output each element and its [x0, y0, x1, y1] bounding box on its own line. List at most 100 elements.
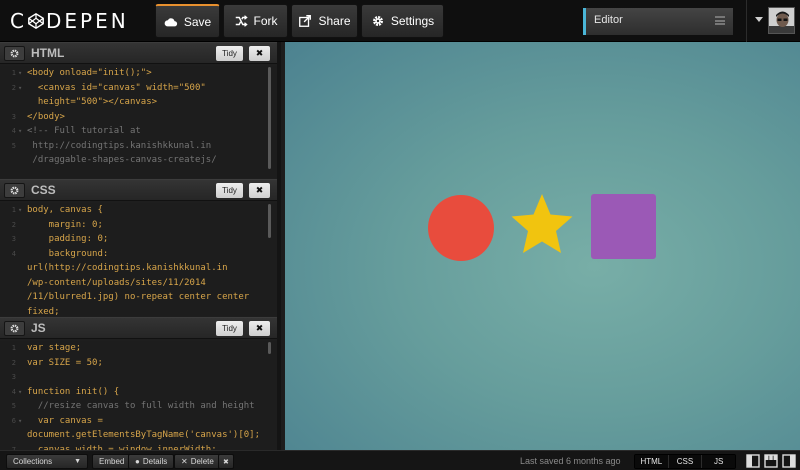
line-number: 3: [11, 112, 16, 121]
toggle-css[interactable]: CSS: [668, 455, 703, 468]
code-text: background:: [27, 248, 109, 259]
chevron-down-icon: ▼: [74, 458, 81, 465]
save-button[interactable]: Save: [155, 4, 220, 38]
code-line: 3 </body>: [0, 110, 277, 125]
codepen-app: C DEPEN Save Fork Share Settings Editor …: [0, 0, 800, 470]
code-line: 4 background:: [0, 247, 277, 262]
code-line: 6 ▾ var canvas =: [0, 414, 277, 429]
top-bar: C DEPEN Save Fork Share Settings Editor: [0, 0, 800, 42]
line-number: 4: [11, 387, 16, 396]
collections-dropdown[interactable]: Collections ▼: [6, 454, 88, 469]
css-panel-title: CSS: [31, 183, 56, 197]
editor-column: HTML Tidy ✖ 1 ▾ <body onload="init();"> 2 ▾ …: [0, 42, 281, 450]
preview-canvas[interactable]: [285, 42, 800, 450]
code-text: padding: 0;: [27, 234, 109, 244]
code-text: var stage;: [27, 343, 82, 353]
yellow-star[interactable]: [511, 194, 573, 253]
code-line: 1 ▾ body, canvas {: [0, 203, 277, 218]
codepen-logo[interactable]: C DEPEN: [10, 6, 129, 36]
css-close-button[interactable]: ✖: [249, 183, 270, 198]
fold-arrow-icon[interactable]: ▾: [18, 66, 27, 81]
line-number: 1: [11, 206, 16, 214]
red-circle[interactable]: [428, 195, 494, 261]
code-line: 7 canvas.width = window.innerWidth;: [0, 443, 277, 451]
user-menu-caret-icon[interactable]: [755, 17, 763, 22]
css-tidy-button[interactable]: Tidy: [216, 183, 243, 198]
fork-button[interactable]: Fork: [223, 4, 288, 38]
code-line: height="500"></canvas>: [0, 95, 277, 110]
share-button[interactable]: Share: [291, 4, 358, 38]
line-number: 4: [11, 127, 16, 135]
css-panel-header: CSS Tidy ✖: [0, 179, 277, 201]
code-text: http://codingtips.kanishkkunal.in: [27, 140, 212, 151]
layout-right-icon[interactable]: [782, 454, 796, 468]
code-line: /wp-content/uploads/sites/11/2014: [0, 276, 277, 291]
js-tidy-button[interactable]: Tidy: [216, 321, 243, 336]
fold-arrow-icon[interactable]: ▾: [18, 124, 27, 139]
line-number: 3: [11, 373, 16, 381]
code-line: 5 http://codingtips.kanishkkunal.in: [0, 139, 277, 154]
close-icon: ✖: [223, 458, 229, 466]
code-text: var SIZE = 50;: [27, 357, 103, 368]
code-line: 4 ▾ <!-- Full tutorial at: [0, 124, 277, 139]
css-settings-button[interactable]: [4, 183, 25, 198]
toggle-html[interactable]: HTML: [635, 455, 669, 468]
html-panel-header: HTML Tidy ✖: [0, 42, 277, 64]
html-code-editor[interactable]: 1 ▾ <body onload="init();"> 2 ▾ <canvas id="…: [0, 66, 277, 178]
collections-label: Collections: [13, 457, 53, 466]
code-text: /11/blurred1.jpg) no-repeat center cente…: [27, 292, 250, 302]
code-line: 4 ▾ function init() {: [0, 385, 277, 400]
code-text: /wp-content/uploads/sites/11/2014: [27, 277, 206, 288]
share-label: Share: [318, 14, 351, 28]
settings-button[interactable]: Settings: [361, 4, 444, 38]
cloud-icon: [164, 17, 177, 26]
js-code-editor[interactable]: 1 var stage; 2 var SIZE = 50; 3 4 ▾ function in…: [0, 341, 277, 450]
line-number: 1: [11, 344, 16, 352]
fork-label: Fork: [253, 14, 278, 28]
logo-text: DEPEN: [45, 9, 129, 33]
line-number: 5: [11, 141, 16, 150]
code-text: </body>: [27, 111, 65, 122]
layout-left-icon[interactable]: [746, 454, 760, 468]
code-line: fixed;: [0, 305, 277, 317]
view-select[interactable]: Editor: [583, 8, 733, 35]
fold-arrow-icon[interactable]: ▾: [18, 81, 27, 96]
avatar[interactable]: [768, 7, 795, 34]
close-icon: ✖: [255, 185, 264, 196]
code-text: margin: 0;: [27, 219, 103, 230]
fold-arrow-icon[interactable]: ▾: [18, 203, 27, 218]
gear-icon: [372, 16, 383, 26]
code-line: 1 var stage;: [0, 341, 277, 356]
line-number: 2: [11, 220, 16, 229]
code-text: function init() {: [27, 386, 120, 397]
html-settings-button[interactable]: [4, 46, 25, 61]
code-line: 2 ▾ <canvas id="canvas" width="500": [0, 81, 277, 96]
js-close-button[interactable]: ✖: [249, 321, 270, 336]
last-saved-text: Last saved 6 months ago: [520, 456, 621, 466]
code-line: 3: [0, 370, 277, 385]
code-text: height="500"></canvas>: [27, 97, 158, 107]
details-button[interactable]: ● Details: [128, 454, 175, 469]
list-icon: [715, 16, 725, 25]
purple-square[interactable]: [591, 194, 656, 259]
js-settings-button[interactable]: [4, 321, 25, 336]
css-code-editor[interactable]: 1 ▾ body, canvas {2 margin: 0; 3 padding: 0…: [0, 203, 277, 316]
code-text: fixed;: [27, 306, 60, 317]
line-number: 5: [11, 402, 16, 410]
delete-button[interactable]: ✕ Delete: [174, 454, 221, 469]
html-tidy-button[interactable]: Tidy: [216, 46, 243, 61]
toggle-js[interactable]: JS: [702, 455, 735, 468]
divider: [746, 0, 747, 42]
code-line: 1 ▾ <body onload="init();">: [0, 66, 277, 81]
layout-top-icon[interactable]: [764, 454, 778, 468]
html-close-button[interactable]: ✖: [249, 46, 270, 61]
codepen-cube-icon: [28, 12, 44, 30]
embed-button[interactable]: Embed: [92, 454, 132, 469]
js-panel-header: JS Tidy ✖: [0, 317, 277, 339]
close-footer-button[interactable]: ✖: [218, 454, 234, 469]
line-number: 2: [11, 358, 16, 367]
x-icon: ✕: [181, 457, 188, 466]
result-preview: [285, 42, 800, 450]
fold-arrow-icon[interactable]: ▾: [18, 414, 27, 429]
fold-arrow-icon[interactable]: ▾: [18, 385, 27, 400]
